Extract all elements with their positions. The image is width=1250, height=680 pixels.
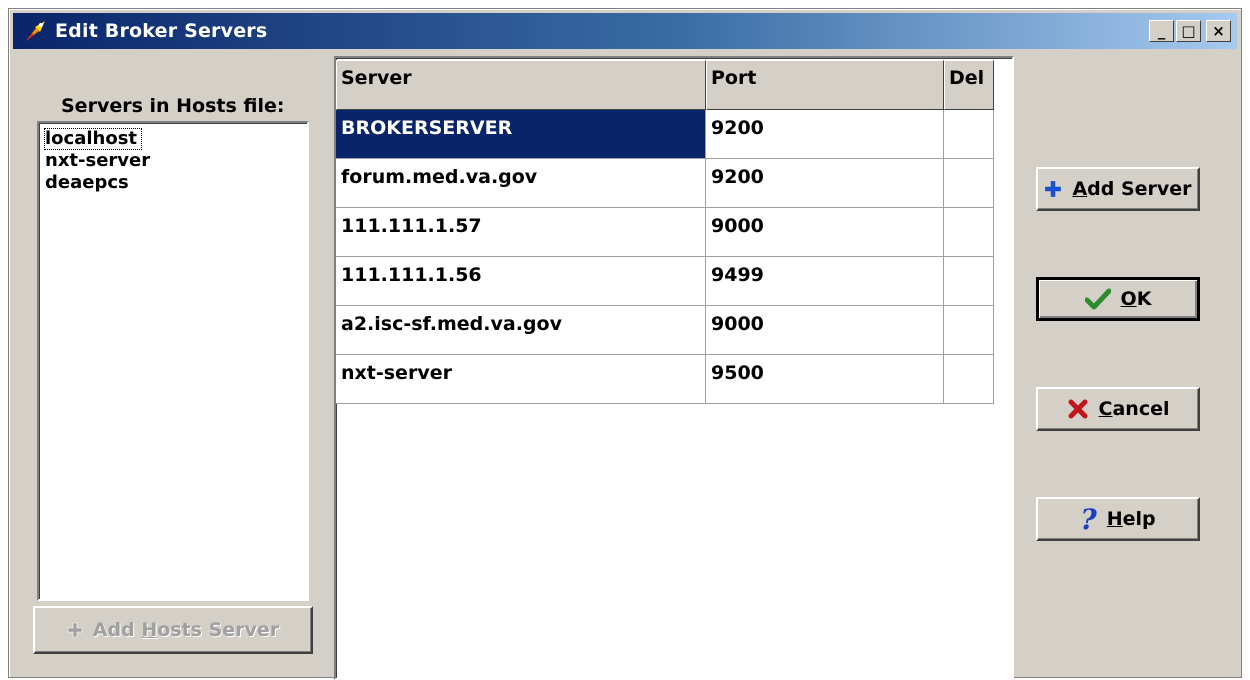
port-cell[interactable]: 9000 <box>706 208 944 257</box>
add-hosts-server-label: Add Hosts Server <box>92 619 280 641</box>
hosts-listbox[interactable]: localhost nxt-server deaepcs <box>37 121 309 601</box>
server-cell[interactable]: 111.111.1.56 <box>336 257 706 306</box>
question-mark-icon: ? <box>1080 502 1097 536</box>
server-cell[interactable]: forum.med.va.gov <box>336 159 706 208</box>
port-cell[interactable]: 9200 <box>706 110 944 159</box>
port-cell[interactable]: 9000 <box>706 306 944 355</box>
close-button[interactable]: × <box>1206 20 1231 42</box>
port-cell[interactable]: 9500 <box>706 355 944 404</box>
column-header-del[interactable]: Del <box>944 60 994 110</box>
del-cell[interactable] <box>944 208 994 257</box>
minimize-icon: _ <box>1157 22 1166 40</box>
port-cell[interactable]: 9200 <box>706 159 944 208</box>
close-icon: × <box>1212 22 1225 40</box>
broker-servers-grid[interactable]: Server Port Del BROKERSERVER 9200 forum.… <box>334 56 1014 680</box>
host-item-nxt-server[interactable]: nxt-server <box>45 151 150 171</box>
host-item-deaepcs[interactable]: deaepcs <box>45 173 129 193</box>
add-hosts-server-button[interactable]: Add Hosts Server <box>33 606 313 654</box>
ok-button[interactable]: OK <box>1036 277 1200 321</box>
broker-app-icon <box>26 21 45 41</box>
edit-broker-servers-dialog: Edit Broker Servers _ □ × Servers in Hos… <box>8 8 1242 680</box>
del-cell[interactable] <box>944 355 994 404</box>
minimize-button[interactable]: _ <box>1149 20 1174 42</box>
window-title: Edit Broker Servers <box>55 20 268 42</box>
hosts-list-label: Servers in Hosts file: <box>61 95 285 117</box>
x-icon <box>1068 399 1088 419</box>
server-cell[interactable]: a2.isc-sf.med.va.gov <box>336 306 706 355</box>
cancel-button[interactable]: Cancel <box>1036 387 1200 431</box>
column-header-server[interactable]: Server <box>336 60 706 110</box>
help-button[interactable]: ? Help <box>1036 497 1200 541</box>
help-label: Help <box>1106 508 1156 530</box>
ok-label: OK <box>1120 288 1152 310</box>
add-server-button[interactable]: Add Server <box>1036 167 1200 211</box>
add-server-label: Add Server <box>1072 178 1192 200</box>
server-cell[interactable]: 111.111.1.57 <box>336 208 706 257</box>
host-item-localhost[interactable]: localhost <box>43 128 143 150</box>
del-cell[interactable] <box>944 257 994 306</box>
plus-icon <box>1045 181 1062 197</box>
column-header-port[interactable]: Port <box>706 60 944 110</box>
del-cell[interactable] <box>944 306 994 355</box>
checkmark-icon <box>1084 288 1111 310</box>
del-cell[interactable] <box>944 110 994 159</box>
server-cell[interactable]: nxt-server <box>336 355 706 404</box>
title-bar[interactable]: Edit Broker Servers _ □ × <box>13 13 1237 49</box>
server-cell[interactable]: BROKERSERVER <box>336 110 706 159</box>
maximize-button[interactable]: □ <box>1176 20 1201 42</box>
del-cell[interactable] <box>944 159 994 208</box>
plus-icon <box>67 622 83 638</box>
maximize-icon: □ <box>1181 22 1196 40</box>
cancel-label: Cancel <box>1098 398 1170 420</box>
port-cell[interactable]: 9499 <box>706 257 944 306</box>
